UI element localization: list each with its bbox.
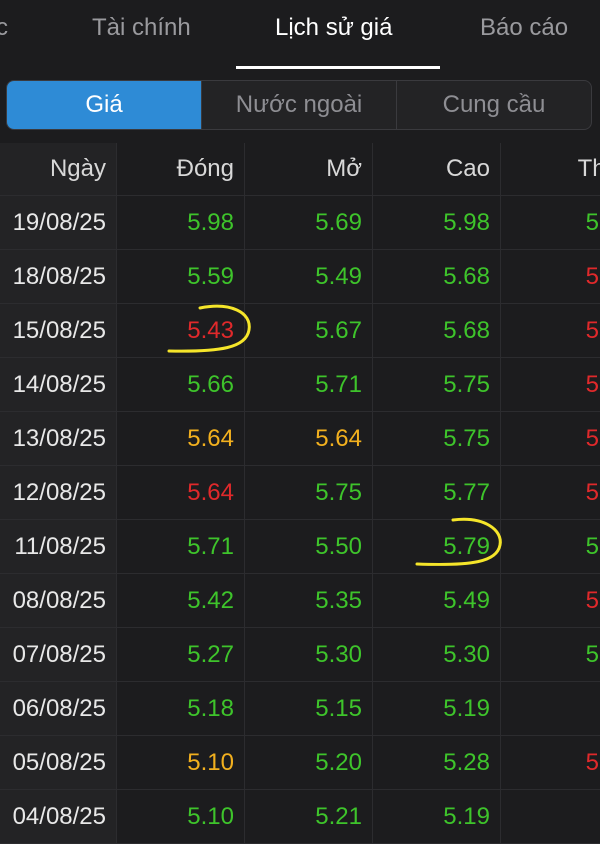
- cell-date: 13/08/25: [0, 412, 117, 465]
- cell-low: 5.4: [585, 424, 600, 452]
- cell-date: 18/08/25: [0, 250, 117, 303]
- cell-close: 5.42: [117, 574, 245, 627]
- cell-high: 5.98: [373, 196, 501, 249]
- cell-open: 5.50: [245, 520, 373, 573]
- cell-high: 5.19: [373, 682, 501, 735]
- segmented-control: Giá Nước ngoài Cung cầu: [6, 80, 592, 130]
- cell-low: 5.4: [585, 262, 600, 290]
- cell-close: 5.10: [117, 736, 245, 789]
- tab-reports[interactable]: Báo cáo: [480, 14, 568, 42]
- cell-open: 5.20: [245, 736, 373, 789]
- cell-low: 5.6: [585, 208, 600, 236]
- tab-price-history[interactable]: Lịch sử giá: [275, 14, 392, 42]
- table-row[interactable]: 11/08/255.715.505.79 5.5: [0, 520, 600, 574]
- cell-high: 5.77: [373, 466, 501, 519]
- cell-close: 5.64: [117, 466, 245, 519]
- header-high[interactable]: Cao: [373, 143, 501, 195]
- cell-date: 12/08/25: [0, 466, 117, 519]
- header-open[interactable]: Mở: [245, 143, 373, 195]
- cell-low: 5.5: [585, 532, 600, 560]
- cell-high: 5.28: [373, 736, 501, 789]
- table-row[interactable]: 07/08/255.275.305.305.2: [0, 628, 600, 682]
- header-date[interactable]: Ngày: [0, 143, 117, 195]
- table-header-row: Ngày Đóng Mở Cao Thấ: [0, 143, 600, 196]
- cell-open: 5.67: [245, 304, 373, 357]
- cell-high: 5.49: [373, 574, 501, 627]
- segment-foreign[interactable]: Nước ngoài: [202, 81, 397, 129]
- cell-close: 5.10: [117, 790, 245, 843]
- cell-open: 5.21: [245, 790, 373, 843]
- cell-low: 5.5: [585, 478, 600, 506]
- cell-date: 05/08/25: [0, 736, 117, 789]
- cell-date: 07/08/25: [0, 628, 117, 681]
- cell-open: 5.71: [245, 358, 373, 411]
- cell-close: 5.18: [117, 682, 245, 735]
- cell-close: 5.59: [117, 250, 245, 303]
- cell-low: 5.: [501, 682, 600, 735]
- table-row[interactable]: 12/08/255.645.755.77 5.5: [0, 466, 600, 520]
- top-tab-bar: c Tài chính Lịch sử giá Báo cáo: [0, 0, 600, 70]
- cell-high: 5.30: [373, 628, 501, 681]
- cell-open: 5.64: [245, 412, 373, 465]
- table-row[interactable]: 04/08/255.105.215.195.: [0, 790, 600, 844]
- cell-open: 5.35: [245, 574, 373, 627]
- cell-low: 5.2: [585, 640, 600, 668]
- cell-high: 5.68: [373, 304, 501, 357]
- cell-date: 08/08/25: [0, 574, 117, 627]
- cell-close: 5.27: [117, 628, 245, 681]
- cell-low: 5.: [501, 790, 600, 843]
- header-close[interactable]: Đóng: [117, 143, 245, 195]
- cell-date: 15/08/25: [0, 304, 117, 357]
- cell-high: 5.75: [373, 412, 501, 465]
- table-row[interactable]: 06/08/255.185.155.195.: [0, 682, 600, 736]
- cell-close: 5.71: [117, 520, 245, 573]
- table-row[interactable]: 15/08/255.435.675.68 5.4: [0, 304, 600, 358]
- table-row[interactable]: 08/08/255.425.355.49 5.2: [0, 574, 600, 628]
- cell-open: 5.15: [245, 682, 373, 735]
- cell-date: 06/08/25: [0, 682, 117, 735]
- active-tab-indicator: [236, 66, 440, 69]
- header-low[interactable]: Thấ: [501, 143, 600, 195]
- cell-high: 5.68: [373, 250, 501, 303]
- cell-close: 5.66: [117, 358, 245, 411]
- cell-date: 11/08/25: [0, 520, 117, 573]
- tab-finance[interactable]: Tài chính: [92, 14, 191, 42]
- cell-high: 5.79: [373, 520, 501, 573]
- table-row[interactable]: 19/08/255.985.695.985.6: [0, 196, 600, 250]
- cell-close: 5.98: [117, 196, 245, 249]
- table-row[interactable]: 14/08/255.665.715.75 5.5: [0, 358, 600, 412]
- price-history-table[interactable]: Ngày Đóng Mở Cao Thấ 19/08/255.985.695.9…: [0, 143, 600, 844]
- table-row[interactable]: 13/08/255.645.645.755.4: [0, 412, 600, 466]
- segment-supply-demand[interactable]: Cung cầu: [397, 81, 591, 129]
- cell-open: 5.69: [245, 196, 373, 249]
- cell-open: 5.30: [245, 628, 373, 681]
- cell-high: 5.75: [373, 358, 501, 411]
- cell-low: 5.2: [585, 586, 600, 614]
- cell-date: 14/08/25: [0, 358, 117, 411]
- cell-open: 5.75: [245, 466, 373, 519]
- table-body: 19/08/255.985.695.985.618/08/255.595.495…: [0, 196, 600, 844]
- table-row[interactable]: 05/08/255.105.205.28 5.0: [0, 736, 600, 790]
- cell-open: 5.49: [245, 250, 373, 303]
- tab-partial-left[interactable]: c: [0, 14, 8, 42]
- cell-low: 5.0: [585, 748, 600, 776]
- cell-low: 5.5: [585, 370, 600, 398]
- cell-high: 5.19: [373, 790, 501, 843]
- segment-price[interactable]: Giá: [7, 81, 202, 129]
- cell-close: 5.43: [117, 304, 245, 357]
- table-row[interactable]: 18/08/255.595.495.68 5.4: [0, 250, 600, 304]
- cell-low: 5.4: [585, 316, 600, 344]
- cell-date: 04/08/25: [0, 790, 117, 843]
- cell-close: 5.64: [117, 412, 245, 465]
- cell-date: 19/08/25: [0, 196, 117, 249]
